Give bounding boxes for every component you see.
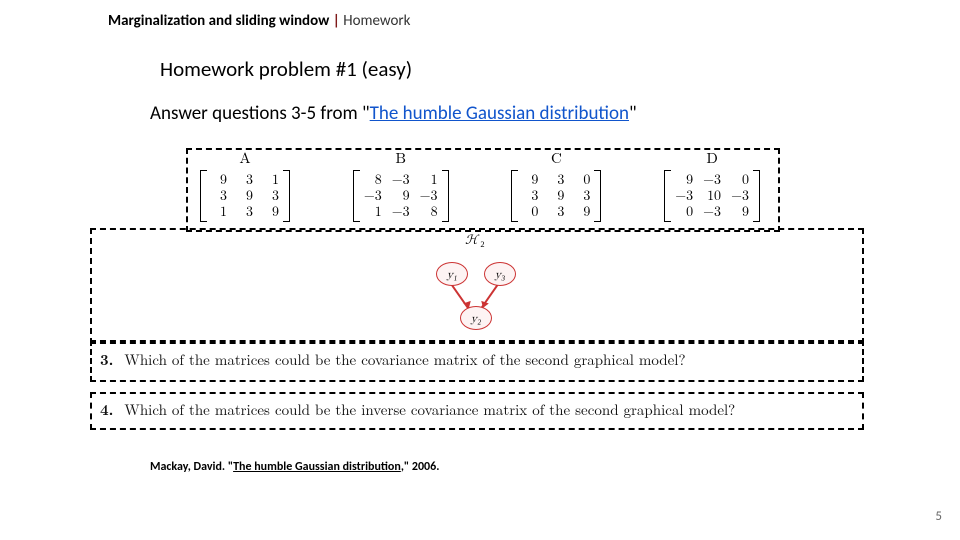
slide-title: Homework problem #1 (easy) <box>160 56 412 82</box>
slide-header: Marginalization and sliding window | Hom… <box>108 12 410 30</box>
node-y3: y₃ <box>484 262 516 286</box>
citation: Mackay, David. "The humble Gaussian dist… <box>150 460 439 474</box>
matrix-B: B 8−31 −39−3 1−38 <box>353 150 449 222</box>
node-y2: y₂ <box>460 306 492 330</box>
header-section: Homework <box>343 12 410 30</box>
graphical-model: ℋ₂ y₁ y₃ y₂ <box>90 228 860 340</box>
matrix-D-values: 9−30 −310−3 0−39 <box>671 170 753 222</box>
matrix-A: A 931 393 139 <box>200 150 290 222</box>
matrix-A-values: 931 393 139 <box>207 170 283 222</box>
matrix-B-values: 8−31 −39−3 1−38 <box>360 170 442 222</box>
header-separator: | <box>333 12 340 30</box>
question-4-number: 4. <box>100 399 113 420</box>
header-main: Marginalization and sliding window <box>108 12 329 30</box>
citation-author: Mackay, David. " <box>150 460 233 474</box>
matrix-A-label: A <box>239 150 250 168</box>
page-number: 5 <box>935 509 942 524</box>
matrix-D: D 9−30 −310−3 0−39 <box>664 150 760 222</box>
model-label: ℋ₂ <box>465 232 485 249</box>
question-4-text: Which of the matrices could be the inver… <box>124 399 735 420</box>
question-4: 4. Which of the matrices could be the in… <box>100 399 735 420</box>
citation-link[interactable]: The humble Gaussian distribution <box>233 460 401 474</box>
matrix-C: C 930 393 039 <box>511 150 601 222</box>
citation-tail: ," 2006. <box>401 460 440 474</box>
homework-prompt: Answer questions 3-5 from "The humble Ga… <box>150 102 637 125</box>
prompt-pre: Answer questions 3-5 from " <box>150 102 370 125</box>
matrix-C-values: 930 393 039 <box>518 170 594 222</box>
prompt-post: " <box>629 102 637 125</box>
question-3: 3. Which of the matrices could be the co… <box>100 349 686 370</box>
matrix-D-label: D <box>706 150 717 168</box>
matrices-row: A 931 393 139 B 8−31 −39−3 1−38 C <box>200 150 760 222</box>
node-y1: y₁ <box>436 262 468 286</box>
prompt-link[interactable]: The humble Gaussian distribution <box>370 102 629 125</box>
matrix-C-label: C <box>551 150 562 168</box>
question-3-number: 3. <box>100 349 113 370</box>
matrix-B-label: B <box>395 150 406 168</box>
question-3-text: Which of the matrices could be the covar… <box>124 349 685 370</box>
